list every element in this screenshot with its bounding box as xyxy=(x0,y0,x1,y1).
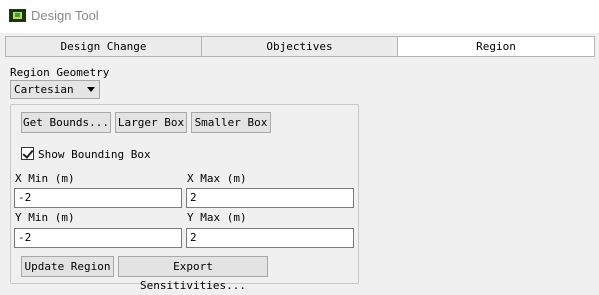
export-sensitivities-button[interactable]: Export Sensitivities... xyxy=(118,256,268,292)
smaller-box-button[interactable]: Smaller Box xyxy=(191,112,271,133)
x-min-field[interactable]: -2 xyxy=(14,188,182,208)
show-bounding-box-label: Show Bounding Box xyxy=(38,148,151,161)
x-max-field[interactable]: 2 xyxy=(186,188,354,208)
y-min-field[interactable]: -2 xyxy=(14,228,182,248)
y-max-field[interactable]: 2 xyxy=(186,228,354,248)
tab-panel-divider xyxy=(5,56,595,57)
checkmark-icon xyxy=(22,147,34,159)
dropdown-arrow-icon xyxy=(87,87,95,92)
larger-box-button[interactable]: Larger Box xyxy=(115,112,187,133)
window-title: Design Tool xyxy=(31,8,99,23)
region-geometry-dropdown[interactable]: Cartesian xyxy=(10,80,100,99)
show-bounding-box-checkbox[interactable] xyxy=(21,147,34,160)
x-min-label: X Min (m) xyxy=(15,172,75,185)
y-max-label: Y Max (m) xyxy=(187,211,247,224)
tab-design-change[interactable]: Design Change xyxy=(5,36,202,56)
region-geometry-label: Region Geometry xyxy=(10,66,110,79)
tab-bar: Design Change Objectives Region xyxy=(5,36,595,57)
x-max-label: X Max (m) xyxy=(187,172,247,185)
design-tool-app-icon xyxy=(9,9,26,22)
y-min-label: Y Min (m) xyxy=(15,211,75,224)
tab-objectives[interactable]: Objectives xyxy=(201,36,398,56)
title-bar: Design Tool xyxy=(0,0,599,33)
get-bounds-button[interactable]: Get Bounds... xyxy=(21,112,111,133)
region-geometry-value: Cartesian xyxy=(14,83,74,96)
update-region-button[interactable]: Update Region xyxy=(21,256,114,277)
tab-region[interactable]: Region xyxy=(397,36,595,57)
